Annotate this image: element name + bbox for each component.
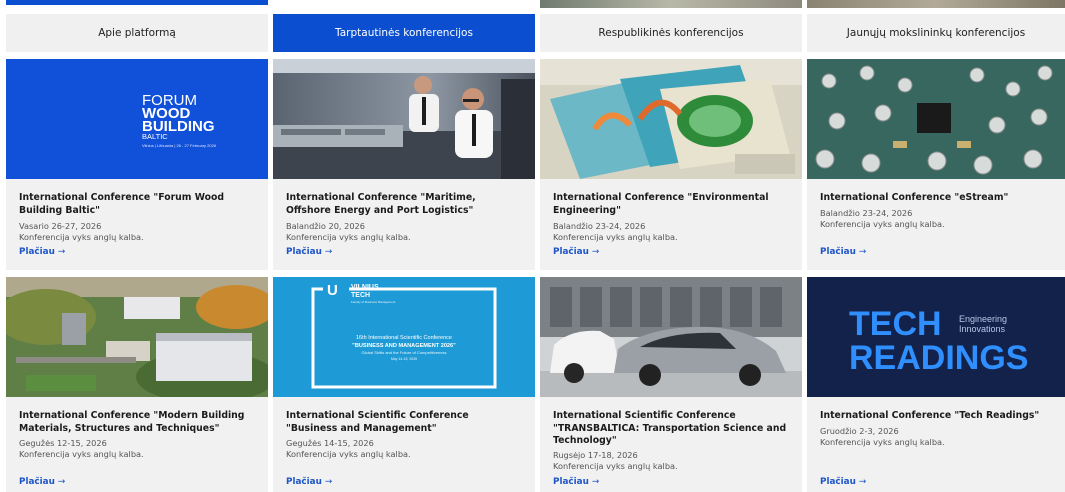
conference-language-note: Konferencija vyks anglų kalba. <box>286 232 411 242</box>
conference-date: Balandžio 23-24, 2026 <box>820 208 913 218</box>
conference-language-note: Konferencija vyks anglų kalba. <box>286 449 411 459</box>
svg-text:BALTIC: BALTIC <box>142 132 168 141</box>
more-link[interactable]: Plačiau → <box>820 477 866 487</box>
conference-title[interactable]: International Conference "Tech Readings" <box>820 410 1053 423</box>
more-link[interactable]: Plačiau → <box>820 247 866 257</box>
conference-language-note: Konferencija vyks anglų kalba. <box>820 219 945 229</box>
conference-date: Rugsėjo 17-18, 2026 <box>553 450 638 460</box>
conference-language-note: Konferencija vyks anglų kalba. <box>553 232 678 242</box>
svg-text:Vilnius | Lithuania | 26 - 27: Vilnius | Lithuania | 26 - 27 February 2… <box>142 143 217 148</box>
conference-language-note: Konferencija vyks anglų kalba. <box>820 437 945 447</box>
svg-text:Innovations: Innovations <box>959 324 1006 334</box>
more-link[interactable]: Plačiau → <box>286 477 332 487</box>
tab-national[interactable]: Respublikinės konferencijos <box>540 14 802 52</box>
conference-photo <box>6 277 268 397</box>
conference-banner-image: U VILNIUS TECH Faculty of Business Manag… <box>273 277 535 397</box>
top-strip-accent <box>6 0 268 5</box>
conference-tabs: Apie platformą Tarptautinės konferencijo… <box>0 14 1065 52</box>
conference-card[interactable]: U VILNIUS TECH Faculty of Business Manag… <box>273 277 535 492</box>
more-link[interactable]: Plačiau → <box>553 247 599 257</box>
conference-card[interactable]: International Conference "Environmental … <box>540 59 802 270</box>
svg-text:U: U <box>327 282 338 299</box>
conference-card[interactable]: International Scientific Conference "TRA… <box>540 277 802 492</box>
conference-title[interactable]: International Conference "Maritime, Offs… <box>286 192 523 217</box>
conference-logo-image: TECH READINGS Engineering Innovations <box>807 277 1065 397</box>
more-link[interactable]: Plačiau → <box>286 247 332 257</box>
conference-logo-image: FORUM WOOD BUILDING BALTIC Vilnius | Lit… <box>6 59 268 179</box>
conference-date: Gegužės 12-15, 2026 <box>19 438 107 448</box>
conference-date: Vasario 26-27, 2026 <box>19 221 102 231</box>
svg-text:Faculty of Business Management: Faculty of Business Management <box>351 300 396 304</box>
conference-title[interactable]: International Conference "Forum Wood Bui… <box>19 192 256 217</box>
arrow-right-icon: → <box>591 477 600 487</box>
arrow-right-icon: → <box>57 247 66 257</box>
forum-wood-building-logo: FORUM WOOD BUILDING BALTIC Vilnius | Lit… <box>6 59 268 179</box>
arrow-right-icon: → <box>324 477 333 487</box>
svg-text:Global Shifts and the Future o: Global Shifts and the Future of Competit… <box>362 350 447 355</box>
conference-card[interactable]: International Conference "Maritime, Offs… <box>273 59 535 270</box>
conference-title[interactable]: International Conference "Modern Buildin… <box>19 410 256 435</box>
conference-photo <box>273 59 535 179</box>
more-link[interactable]: Plačiau → <box>553 477 599 487</box>
conference-card[interactable]: International Conference "eStream" Balan… <box>807 59 1065 270</box>
conference-date: Balandžio 20, 2026 <box>286 221 365 231</box>
conference-card[interactable]: FORUM WOOD BUILDING BALTIC Vilnius | Lit… <box>6 59 268 270</box>
conference-date: Gruodžio 2-3, 2026 <box>820 426 899 436</box>
campus-aerial-photo <box>6 277 268 397</box>
svg-text:Engineering: Engineering <box>959 314 1007 324</box>
svg-text:READINGS: READINGS <box>849 339 1028 377</box>
more-link[interactable]: Plačiau → <box>19 247 65 257</box>
top-strip-photo-2 <box>807 0 1065 8</box>
conference-card[interactable]: TECH READINGS Engineering Innovations In… <box>807 277 1065 492</box>
tab-about[interactable]: Apie platformą <box>6 14 268 52</box>
svg-text:"BUSINESS AND MANAGEMENT 2026": "BUSINESS AND MANAGEMENT 2026" <box>352 343 456 349</box>
tab-international[interactable]: Tarptautinės konferencijos <box>273 14 535 52</box>
conference-title[interactable]: International Scientific Conference "Bus… <box>286 410 523 435</box>
arrow-right-icon: → <box>57 477 66 487</box>
conference-photo <box>540 59 802 179</box>
conference-photo <box>807 59 1065 179</box>
svg-text:VILNIUS: VILNIUS <box>351 284 379 291</box>
conference-title[interactable]: International Conference "Environmental … <box>553 192 790 217</box>
conference-date: Gegužės 14-15, 2026 <box>286 438 374 448</box>
circuit-board-photo <box>807 59 1065 179</box>
tab-young-scientists[interactable]: Jaunųjų mokslininkų konferencijos <box>807 14 1065 52</box>
arrow-right-icon: → <box>858 477 867 487</box>
svg-text:TECH: TECH <box>849 305 942 343</box>
svg-text:16th International Scientific: 16th International Scientific Conference <box>356 335 452 341</box>
conference-title[interactable]: International Scientific Conference "TRA… <box>553 410 790 448</box>
arrow-right-icon: → <box>591 247 600 257</box>
tech-readings-logo: TECH READINGS Engineering Innovations <box>807 277 1065 397</box>
conference-language-note: Konferencija vyks anglų kalba. <box>19 232 144 242</box>
conference-date: Balandžio 23-24, 2026 <box>553 221 646 231</box>
arrow-right-icon: → <box>324 247 333 257</box>
books-photo <box>540 59 802 179</box>
conference-title[interactable]: International Conference "eStream" <box>820 192 1053 205</box>
more-link[interactable]: Plačiau → <box>19 477 65 487</box>
conference-language-note: Konferencija vyks anglų kalba. <box>553 461 678 471</box>
top-strip <box>0 0 1065 14</box>
ship-bridge-photo <box>273 59 535 179</box>
svg-text:May 14-15, 2026: May 14-15, 2026 <box>391 357 417 361</box>
conference-card[interactable]: International Conference "Modern Buildin… <box>6 277 268 492</box>
conference-photo <box>540 277 802 397</box>
arrow-right-icon: → <box>858 247 867 257</box>
top-strip-photo <box>540 0 802 8</box>
conference-language-note: Konferencija vyks anglų kalba. <box>19 449 144 459</box>
svg-text:TECH: TECH <box>351 292 370 299</box>
cars-photo <box>540 277 802 397</box>
vilnius-tech-banner: U VILNIUS TECH Faculty of Business Manag… <box>273 277 535 397</box>
